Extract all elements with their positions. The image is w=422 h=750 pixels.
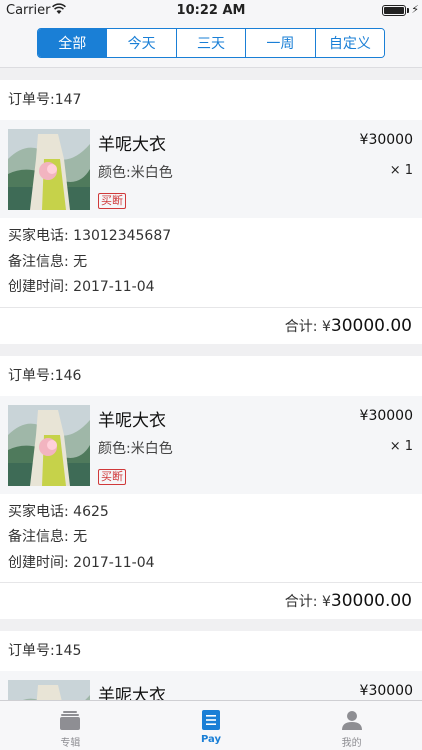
tab-one-week[interactable]: 一周	[245, 29, 315, 57]
product-image	[8, 129, 90, 210]
album-icon	[60, 711, 81, 730]
date-filter-segment: 全部 今天 三天 一周 自定义	[37, 28, 385, 58]
product-name: 羊呢大衣	[98, 686, 166, 700]
status-bar: Carrier 10:22 AM ⚡	[0, 0, 422, 22]
buyer-phone: 买家电话: 4625	[8, 503, 109, 520]
tab-album-label: 专辑	[60, 738, 81, 749]
order-total: 合计: ¥30000.00	[0, 308, 422, 344]
order-card[interactable]: 订单号:146 羊呢大衣 ¥30000 颜色:米白色 × 1 买断 买家电话: …	[0, 355, 422, 619]
tab-pay-label: Pay	[200, 734, 222, 745]
product-quantity: × 1	[389, 438, 413, 454]
battery-icon	[382, 5, 406, 16]
battery-tip	[407, 8, 409, 13]
product-name: 羊呢大衣	[98, 410, 166, 431]
tab-today[interactable]: 今天	[106, 29, 176, 57]
tab-three-days[interactable]: 三天	[175, 29, 246, 57]
total-label: 合计: ¥	[284, 318, 331, 335]
product-color: 颜色:米白色	[98, 165, 173, 181]
buyout-tag: 买断	[98, 468, 126, 485]
order-number: 订单号:145	[8, 643, 82, 659]
order-number: 订单号:147	[8, 92, 82, 108]
clock: 10:22 AM	[176, 3, 246, 18]
list-icon	[202, 710, 220, 730]
tab-pay[interactable]: Pay	[141, 701, 282, 750]
buyout-tag: 买断	[98, 193, 126, 209]
order-created-date: 创建时间: 2017-11-04	[8, 554, 155, 571]
order-card[interactable]: 订单号:145 羊呢大衣 ¥30000 颜色:米白色 × 1	[0, 631, 422, 700]
product-price: ¥30000	[359, 407, 413, 424]
product-quantity: × 1	[389, 163, 413, 178]
tab-custom[interactable]: 自定义	[314, 29, 384, 57]
buyer-phone: 买家电话: 13012345687	[8, 228, 172, 244]
order-item[interactable]: 羊呢大衣 ¥30000 颜色:米白色 × 1 买断	[0, 120, 422, 218]
person-icon	[341, 711, 362, 730]
order-item[interactable]: 羊呢大衣 ¥30000 颜色:米白色 × 1	[0, 671, 422, 700]
total-label: 合计: ¥	[284, 594, 331, 610]
order-info: 买家电话: 13012345687 备注信息: 无 创建时间: 2017-11-…	[0, 218, 422, 308]
product-name: 羊呢大衣	[98, 135, 166, 155]
tab-mine[interactable]: 我的	[281, 701, 422, 750]
product-price: ¥30000	[359, 132, 413, 148]
filter-bar: 全部 今天 三天 一周 自定义	[0, 22, 422, 68]
product-price: ¥30000	[359, 683, 413, 699]
charging-icon: ⚡	[411, 3, 419, 16]
product-image	[8, 680, 90, 700]
order-note: 备注信息: 无	[8, 253, 88, 270]
product-color: 颜色:米白色	[98, 440, 173, 457]
order-number: 订单号:146	[8, 367, 82, 384]
order-total: 合计: ¥30000.00	[0, 583, 422, 619]
order-note: 备注信息: 无	[8, 529, 88, 545]
tab-mine-label: 我的	[341, 738, 362, 749]
tab-all[interactable]: 全部	[38, 29, 107, 57]
product-image	[8, 404, 90, 486]
order-item[interactable]: 羊呢大衣 ¥30000 颜色:米白色 × 1 买断	[0, 395, 422, 494]
order-card[interactable]: 订单号:147 羊呢大衣 ¥30000 颜色:米白色 × 1 买断 买家电话: …	[0, 80, 422, 344]
total-amount: 30000.00	[330, 315, 412, 336]
order-created-date: 创建时间: 2017-11-04	[8, 279, 155, 295]
order-info: 买家电话: 4625 备注信息: 无 创建时间: 2017-11-04	[0, 494, 422, 583]
tab-bar: 专辑 Pay 我的	[0, 700, 422, 750]
total-amount: 30000.00	[330, 591, 412, 611]
order-list[interactable]: 订单号:147 羊呢大衣 ¥30000 颜色:米白色 × 1 买断 买家电话: …	[0, 68, 422, 700]
tab-album[interactable]: 专辑	[0, 701, 141, 750]
